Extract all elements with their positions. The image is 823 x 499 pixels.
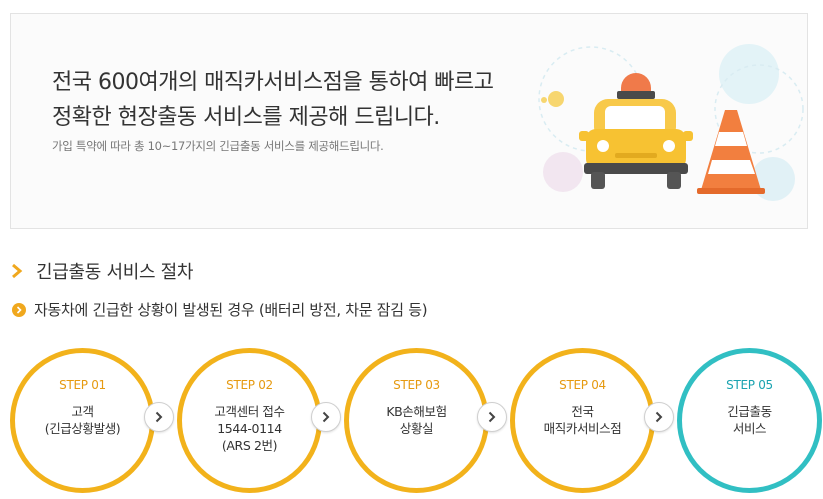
step-text-line: 1544-0114 (217, 421, 282, 436)
chevron-right-icon (144, 402, 174, 432)
step-text-line: 매직카서비스점 (543, 421, 622, 436)
chevron-right-icon (644, 402, 674, 432)
step-text: KB손해보험 상황실 (349, 403, 484, 437)
banner-headline: 전국 600여개의 매직카서비스점을 통하여 빠르고 정확한 현장출동 서비스를… (52, 65, 494, 135)
step-label: STEP 05 (726, 378, 773, 392)
step-text-line: (긴급상황발생) (44, 421, 121, 436)
step-3: STEP 03 KB손해보험 상황실 (344, 348, 489, 493)
section-title: 긴급출동 서비스 절차 (36, 262, 194, 283)
step-text-line: (ARS 2번) (221, 438, 278, 453)
step-text: 고객센터 접수 1544-0114 (ARS 2번) (182, 403, 317, 454)
step-1: STEP 01 고객 (긴급상황발생) (10, 348, 155, 493)
step-label: STEP 01 (59, 378, 106, 392)
step-text-line: 고객센터 접수 (214, 404, 285, 419)
step-text-line: KB손해보험 (386, 404, 447, 419)
section-subheader: 자동차에 긴급한 상황이 발생된 경우 (배터리 방전, 차문 잠김 등) (12, 299, 428, 320)
step-5: STEP 05 긴급출동 서비스 (677, 348, 822, 493)
procedure-steps: STEP 01 고객 (긴급상황발생) STEP 02 고객센터 접수 1544… (0, 348, 823, 493)
emergency-car-illustration (538, 44, 804, 201)
banner-subline: 가입 특약에 따라 총 10~17가지의 긴급출동 서비스를 제공해드립니다. (52, 139, 384, 153)
step-text-line: 전국 (571, 404, 594, 419)
service-banner: 전국 600여개의 매직카서비스점을 통하여 빠르고 정확한 현장출동 서비스를… (10, 13, 808, 229)
step-text: 고객 (긴급상황발생) (15, 403, 150, 437)
double-chevron-right-icon (12, 263, 23, 279)
circle-chevron-icon (12, 302, 26, 317)
step-label: STEP 04 (559, 378, 606, 392)
step-text: 전국 매직카서비스점 (515, 403, 650, 437)
chevron-right-icon (477, 402, 507, 432)
step-4: STEP 04 전국 매직카서비스점 (510, 348, 655, 493)
step-text-line: 서비스 (732, 421, 767, 436)
chevron-right-icon (311, 402, 341, 432)
step-label: STEP 02 (226, 378, 273, 392)
step-text-line: 상황실 (399, 421, 434, 436)
step-text-line: 고객 (71, 404, 94, 419)
section-subtitle: 자동차에 긴급한 상황이 발생된 경우 (배터리 방전, 차문 잠김 등) (34, 301, 428, 319)
headline-line-1: 전국 600여개의 매직카서비스점을 통하여 빠르고 (52, 70, 494, 95)
step-text-line: 긴급출동 (727, 404, 772, 419)
step-2: STEP 02 고객센터 접수 1544-0114 (ARS 2번) (177, 348, 322, 493)
section-header: 긴급출동 서비스 절차 (10, 258, 193, 284)
headline-line-2: 정확한 현장출동 서비스를 제공해 드립니다. (52, 105, 440, 130)
step-label: STEP 03 (393, 378, 440, 392)
step-text: 긴급출동 서비스 (682, 403, 817, 437)
